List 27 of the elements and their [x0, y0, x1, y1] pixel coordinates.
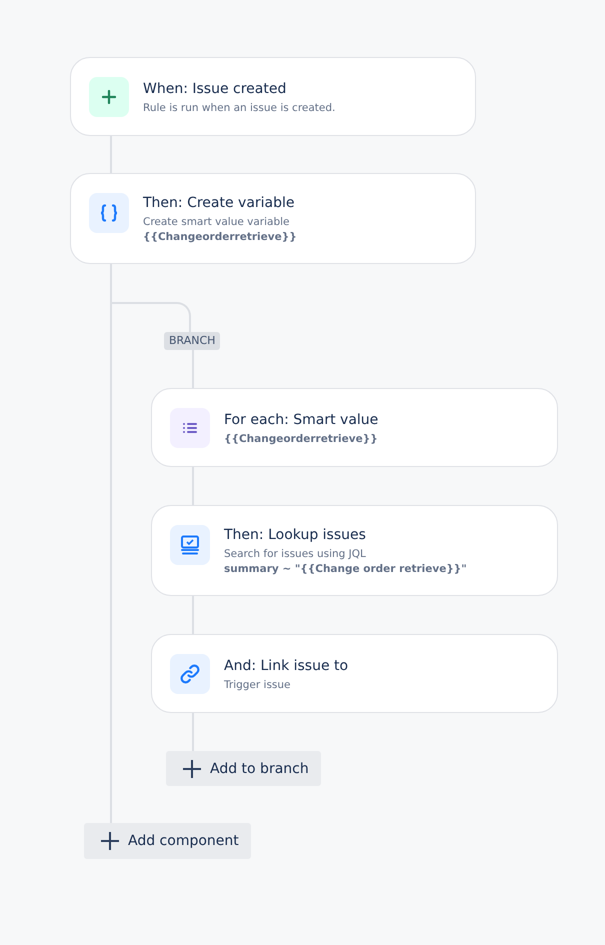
card-title: Then: Lookup issues	[224, 526, 367, 545]
card-title: When: Issue created	[143, 80, 288, 98]
card-description: Create smart value variable	[143, 215, 291, 230]
monitor-icon	[180, 535, 200, 555]
component-card[interactable]: When: Issue created Rule is run when an issue is created.	[70, 57, 476, 136]
card-description: Search for issues using JQL	[224, 547, 367, 562]
component-card[interactable]: For each: Smart value {{Changeorderretrieve}}	[151, 388, 558, 467]
component-card[interactable]: Then: Create variable Create smart value variable {{Changeorderretrieve}}	[70, 173, 476, 264]
add-component-button[interactable]: Add component	[84, 823, 251, 859]
card-description: Trigger issue	[224, 678, 292, 692]
link-icon	[179, 663, 201, 685]
list-icon	[183, 422, 197, 434]
card-detail: {{Changeorderretrieve}}	[224, 432, 378, 446]
plus-icon	[182, 758, 202, 778]
braces-icon	[99, 204, 119, 222]
card-detail: summary ~ "{{Change order retrieve}}"	[224, 562, 467, 577]
card-description: Rule is run when an issue is created.	[143, 100, 336, 116]
plus-icon	[102, 90, 116, 104]
card-detail: {{Changeorderretrieve}}	[143, 230, 297, 245]
branch-label: BRANCH	[164, 332, 220, 350]
component-card[interactable]: Then: Lookup issues Search for issues using JQL summary ~ "{{Change order retrieve}}"	[151, 505, 558, 596]
plus-icon	[100, 831, 120, 851]
card-title: For each: Smart value	[224, 410, 378, 430]
component-card[interactable]: And: Link issue to Trigger issue	[151, 634, 558, 713]
card-title: And: Link issue to	[224, 656, 348, 676]
add-to-branch-button[interactable]: Add to branch	[166, 751, 321, 786]
card-title: Then: Create variable	[143, 194, 296, 213]
